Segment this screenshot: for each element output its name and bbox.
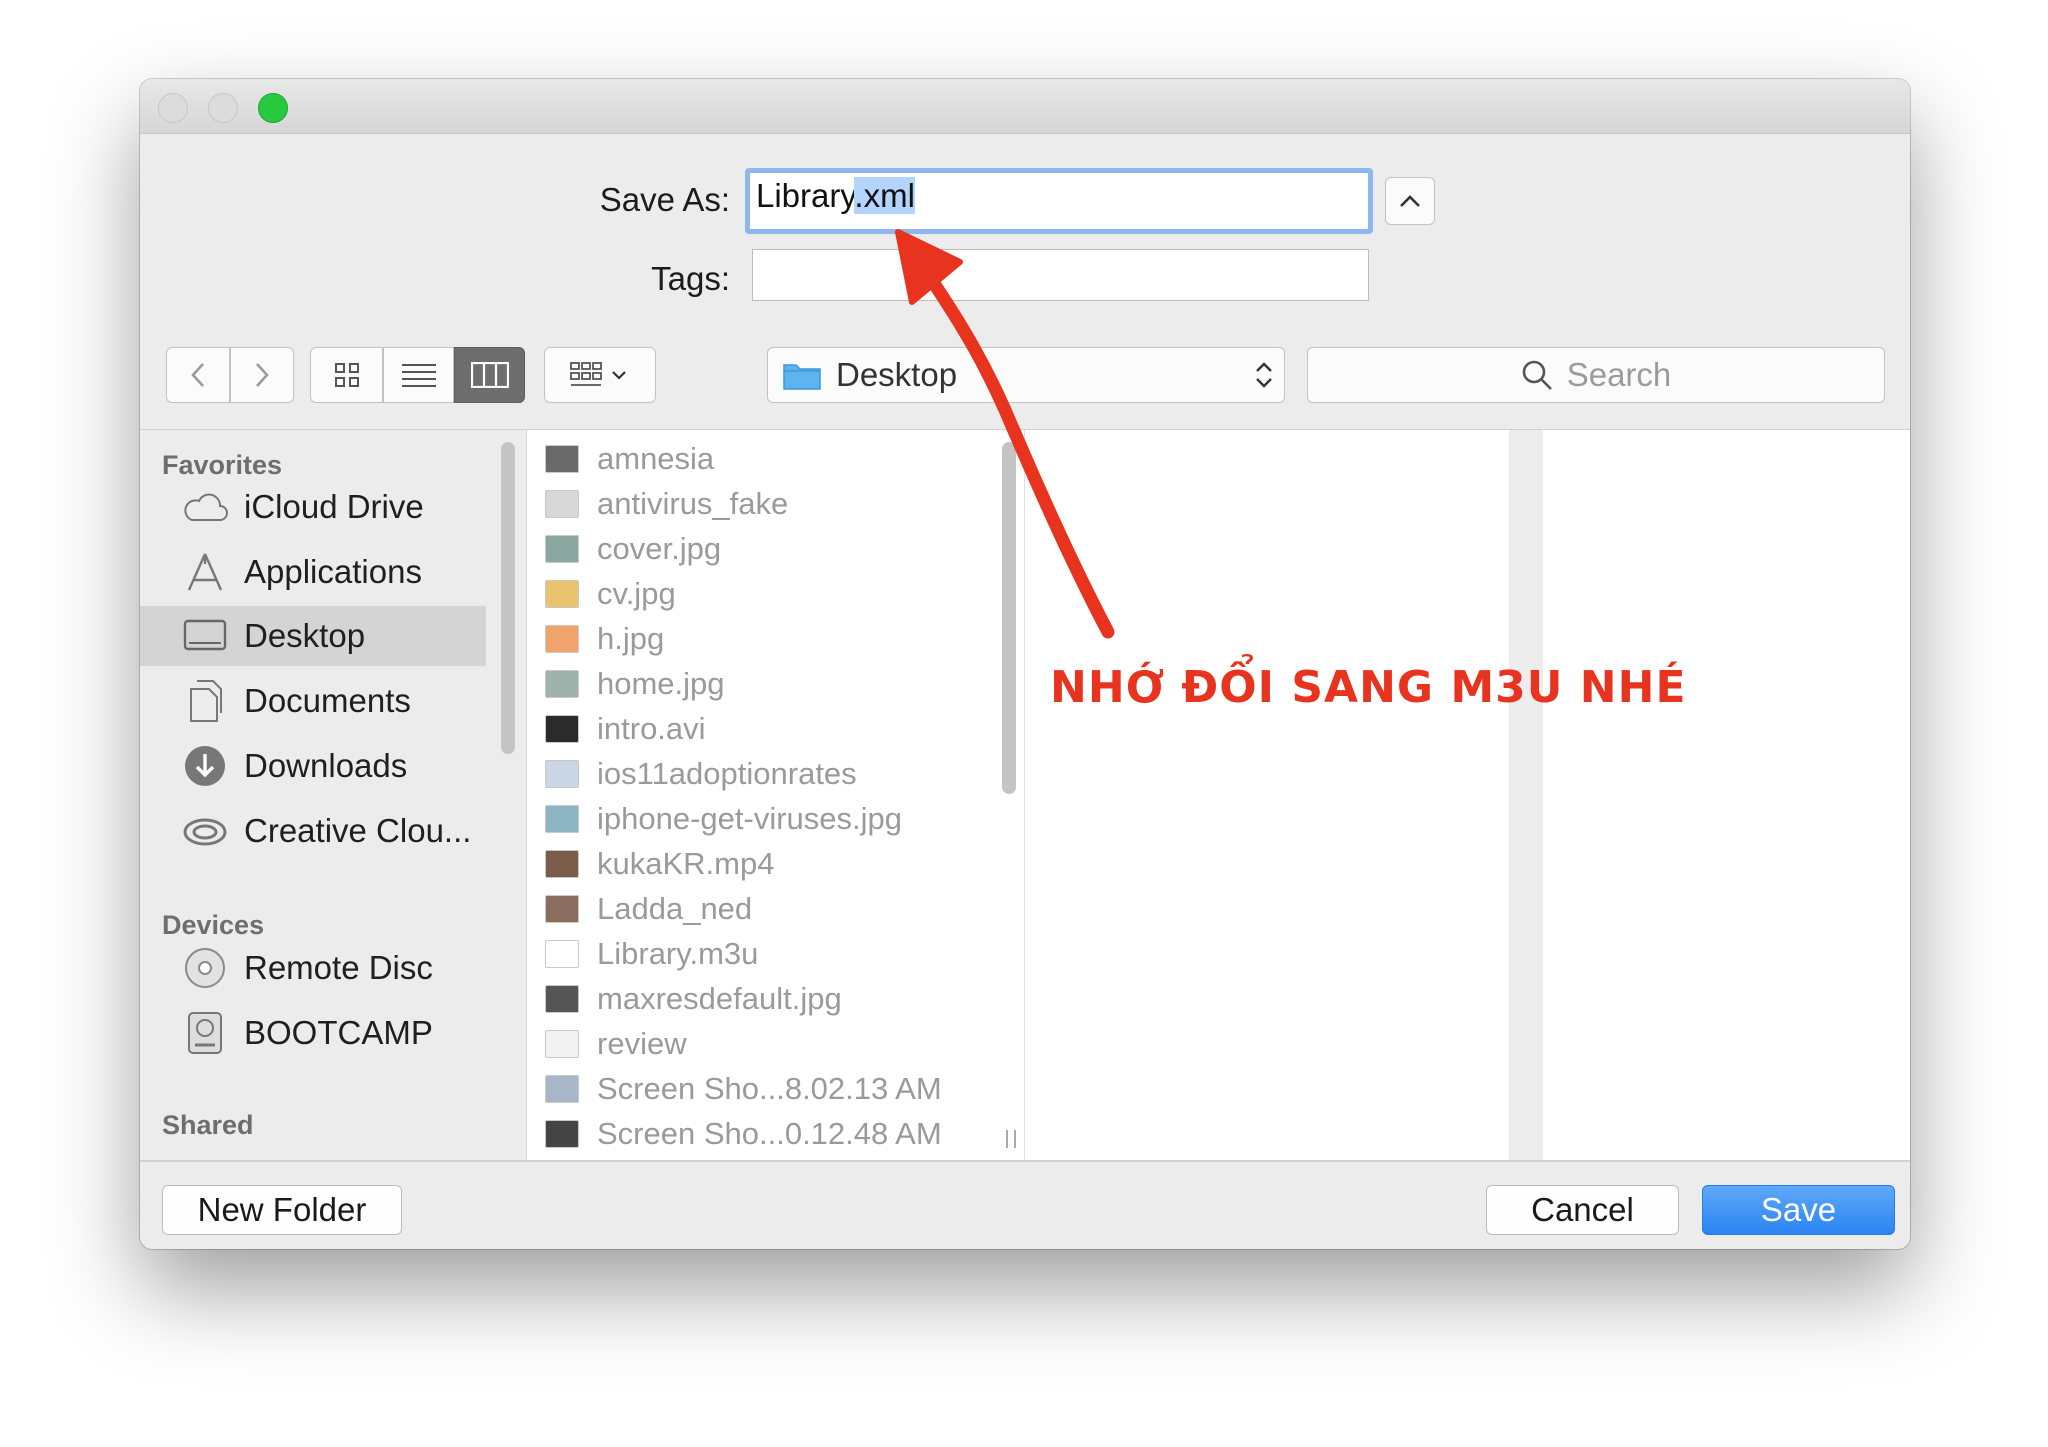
- annotation-arrow: [895, 229, 1115, 639]
- annotation-text: NHỚ ĐỔI SANG M3U NHÉ: [1050, 662, 1687, 713]
